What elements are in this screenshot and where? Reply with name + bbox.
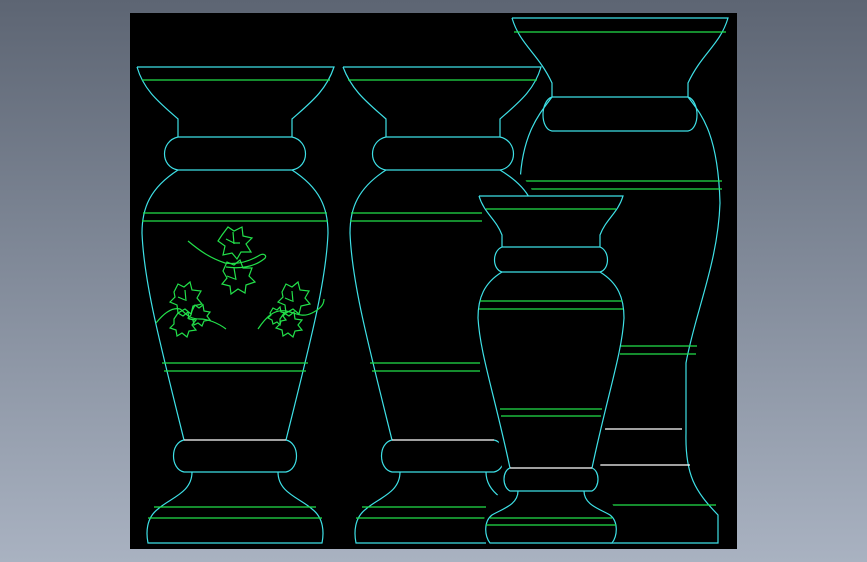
- vase-drawing: [136, 17, 729, 544]
- cad-viewport[interactable]: [130, 13, 737, 549]
- ornamented-vase[interactable]: [136, 66, 335, 544]
